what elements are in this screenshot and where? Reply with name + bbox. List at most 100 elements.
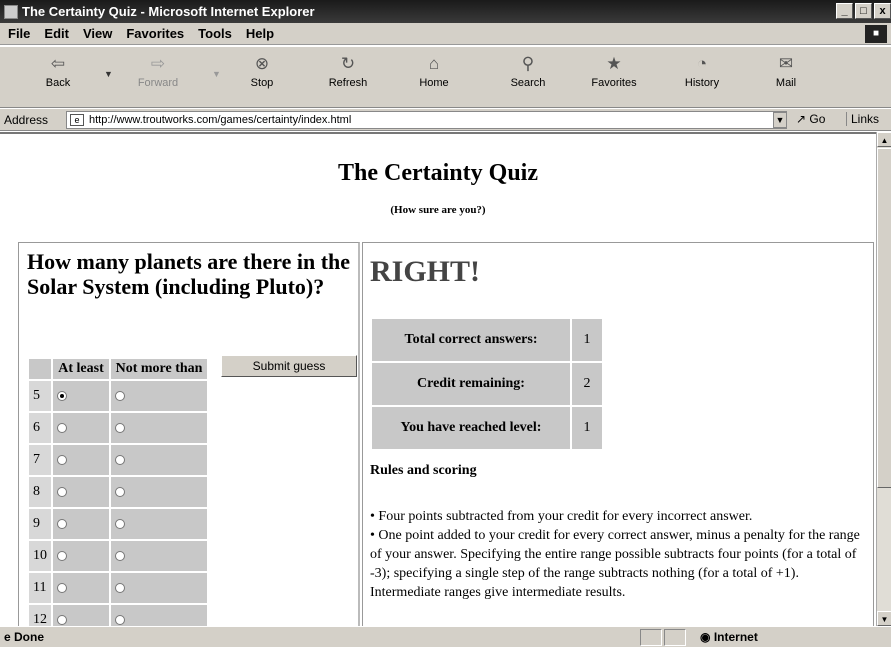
- minimize-button[interactable]: _: [836, 3, 853, 19]
- score-row: Total correct answers: 1: [372, 319, 602, 361]
- menu-file[interactable]: File: [8, 26, 30, 41]
- row-number: 6: [29, 413, 51, 443]
- at-least-radio[interactable]: [57, 582, 67, 593]
- not-more-than-radio[interactable]: [115, 550, 125, 561]
- history-button[interactable]: ◔ History: [672, 51, 732, 89]
- close-button[interactable]: x: [874, 3, 891, 19]
- ie-app-icon: [4, 4, 18, 19]
- header-not-more-than: Not more than: [111, 359, 207, 379]
- row-number: 8: [29, 477, 51, 507]
- not-more-than-radio[interactable]: [115, 422, 125, 433]
- status-done-label: Done: [14, 630, 45, 644]
- score-table: Total correct answers: 1 Credit remaining:…: [370, 317, 604, 451]
- page-title: The Certainty Quiz: [338, 160, 538, 186]
- not-more-than-radio[interactable]: [115, 518, 125, 529]
- refresh-button[interactable]: ↻ Refresh: [318, 51, 378, 89]
- at-least-cell: [53, 573, 109, 603]
- guess-row: 7: [29, 445, 207, 475]
- at-least-radio[interactable]: [57, 486, 67, 497]
- not-more-than-cell: [111, 509, 207, 539]
- not-more-than-cell: [111, 413, 207, 443]
- submit-guess-button[interactable]: Submit guess: [221, 355, 357, 377]
- menu-edit[interactable]: Edit: [44, 26, 69, 41]
- score-row: Credit remaining: 2: [372, 363, 602, 405]
- at-least-radio[interactable]: [57, 454, 67, 465]
- row-number: 5: [29, 381, 51, 411]
- back-button[interactable]: ⇦ Back: [28, 51, 88, 89]
- guess-row: 11: [29, 573, 207, 603]
- search-button[interactable]: ⚲ Search: [498, 51, 558, 89]
- row-number: 12: [29, 605, 51, 626]
- go-button[interactable]: ↗ Go: [796, 112, 825, 126]
- guess-table: At least Not more than 5 6 7 8 9 10 11 12: [27, 357, 209, 626]
- scroll-thumb[interactable]: [877, 148, 891, 488]
- mail-button[interactable]: ✉ Mail: [756, 51, 816, 89]
- page-done-icon: e: [4, 630, 15, 644]
- not-more-than-radio[interactable]: [115, 454, 125, 465]
- at-least-radio[interactable]: [57, 422, 67, 433]
- go-label: Go: [809, 112, 826, 126]
- not-more-than-radio[interactable]: [115, 582, 125, 593]
- question-text: How many planets are there in the Solar …: [27, 249, 351, 299]
- internet-zone: ◉ Internet: [700, 630, 758, 644]
- guess-row: 8: [29, 477, 207, 507]
- back-dropdown-icon[interactable]: ▼: [104, 69, 113, 79]
- title-bar: The Certainty Quiz - Microsoft Internet …: [0, 0, 891, 23]
- vertical-scrollbar[interactable]: ▲ ▼: [876, 132, 891, 626]
- home-icon: ⌂: [428, 54, 440, 73]
- search-icon: ⚲: [521, 54, 535, 73]
- not-more-than-radio[interactable]: [115, 614, 125, 625]
- not-more-than-radio[interactable]: [115, 486, 125, 497]
- guess-row: 12: [29, 605, 207, 626]
- at-least-radio[interactable]: [57, 390, 67, 401]
- home-button[interactable]: ⌂ Home: [404, 51, 464, 89]
- score-value: 1: [572, 407, 602, 449]
- menu-help[interactable]: Help: [246, 26, 274, 41]
- links-button[interactable]: Links: [846, 112, 879, 126]
- favorites-folder-icon: ★: [606, 54, 622, 73]
- guess-row: 6: [29, 413, 207, 443]
- at-least-cell: [53, 509, 109, 539]
- not-more-than-cell: [111, 541, 207, 571]
- scroll-up-icon[interactable]: ▲: [877, 132, 891, 147]
- not-more-than-cell: [111, 605, 207, 626]
- at-least-cell: [53, 605, 109, 626]
- rule-item: • One point added to your credit for eve…: [370, 528, 860, 600]
- row-number: 11: [29, 573, 51, 603]
- window-title: The Certainty Quiz - Microsoft Internet …: [22, 4, 315, 19]
- forward-button[interactable]: ⇨ Forward: [128, 51, 188, 89]
- standard-toolbar: ⇦ Back ▼ ⇨ Forward ▼ ⊗ Stop ↻ Refresh ⌂ …: [0, 46, 891, 108]
- refresh-label: Refresh: [328, 77, 368, 89]
- not-more-than-cell: [111, 445, 207, 475]
- score-value: 1: [572, 319, 602, 361]
- search-label: Search: [510, 77, 546, 89]
- header-at-least: At least: [53, 359, 109, 379]
- stop-icon: ⊗: [254, 54, 270, 73]
- guess-row: 5: [29, 381, 207, 411]
- menu-favorites[interactable]: Favorites: [126, 26, 184, 41]
- forward-dropdown-icon[interactable]: ▼: [212, 69, 221, 79]
- at-least-radio[interactable]: [57, 550, 67, 561]
- guess-row: 10: [29, 541, 207, 571]
- not-more-than-radio[interactable]: [115, 390, 125, 401]
- at-least-radio[interactable]: [57, 518, 67, 529]
- rules-list: • Four points subtracted from your credi…: [370, 507, 870, 602]
- question-panel: How many planets are there in the Solar …: [18, 242, 360, 626]
- menu-view[interactable]: View: [83, 26, 112, 41]
- maximize-button[interactable]: □: [855, 3, 872, 19]
- score-label: You have reached level:: [372, 407, 570, 449]
- mail-label: Mail: [775, 77, 797, 89]
- history-label: History: [684, 77, 720, 89]
- stop-button[interactable]: ⊗ Stop: [232, 51, 292, 89]
- address-dropdown-icon[interactable]: ▼: [773, 112, 787, 128]
- forward-label: Forward: [137, 77, 179, 89]
- scroll-down-icon[interactable]: ▼: [877, 611, 891, 626]
- page-viewport: The Certainty Quiz (How sure are you?) H…: [0, 132, 876, 626]
- forward-arrow-icon: ⇨: [150, 54, 166, 73]
- not-more-than-cell: [111, 573, 207, 603]
- favorites-button[interactable]: ★ Favorites: [584, 51, 644, 89]
- menu-tools[interactable]: Tools: [198, 26, 232, 41]
- at-least-radio[interactable]: [57, 614, 67, 625]
- at-least-cell: [53, 445, 109, 475]
- address-input[interactable]: e http://www.troutworks.com/games/certai…: [66, 111, 787, 129]
